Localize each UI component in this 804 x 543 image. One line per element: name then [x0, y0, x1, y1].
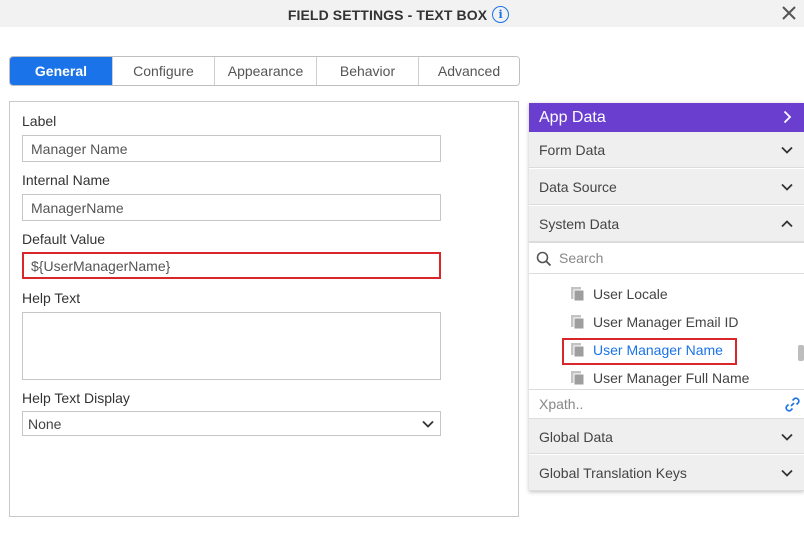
link-icon[interactable]	[784, 396, 801, 413]
help-text-textarea[interactable]	[22, 312, 441, 380]
tree-item-label: User Manager Email ID	[593, 314, 739, 330]
tab-advanced[interactable]: Advanced	[419, 57, 519, 85]
tree-item-label: User Locale	[593, 286, 668, 302]
chevron-down-icon	[422, 420, 434, 428]
section-global-translation-keys-label: Global Translation Keys	[539, 465, 687, 481]
internal-name-input[interactable]: ManagerName	[22, 194, 441, 221]
label-caption: Label	[22, 113, 57, 129]
section-system-data-label: System Data	[539, 216, 620, 232]
label-input[interactable]: Manager Name	[22, 135, 441, 162]
chevron-down-icon	[781, 469, 793, 477]
app-data-title: App Data	[539, 109, 606, 126]
field-icon	[571, 287, 585, 302]
tab-appearance[interactable]: Appearance	[215, 57, 317, 85]
tree-item-user-locale[interactable]: User Locale	[570, 286, 668, 302]
app-data-header[interactable]: App Data	[529, 103, 804, 132]
internal-name-caption: Internal Name	[22, 172, 110, 188]
tree-item-user-manager-full-name[interactable]: User Manager Full Name	[570, 370, 749, 386]
tab-configure[interactable]: Configure	[113, 57, 215, 85]
general-settings-panel: Label Manager Name Internal Name Manager…	[9, 101, 519, 517]
tab-general[interactable]: General	[10, 57, 113, 85]
default-value-input[interactable]: ${UserManagerName}	[22, 252, 441, 279]
chevron-up-icon	[781, 220, 793, 228]
app-data-panel: App Data Form Data Data Source System Da…	[529, 103, 804, 491]
section-global-data-label: Global Data	[539, 429, 613, 445]
chevron-down-icon	[781, 183, 793, 191]
tab-behavior[interactable]: Behavior	[317, 57, 419, 85]
close-icon[interactable]	[780, 4, 798, 22]
help-text-display-select[interactable]: None	[22, 411, 441, 436]
settings-tabs: General Configure Appearance Behavior Ad…	[9, 56, 520, 86]
search-icon	[536, 251, 552, 267]
section-data-source-label: Data Source	[539, 179, 617, 195]
chevron-right-icon[interactable]	[780, 110, 794, 124]
search-placeholder: Search	[559, 250, 604, 266]
tree-item-user-manager-email-id[interactable]: User Manager Email ID	[570, 314, 739, 330]
dialog-titlebar: FIELD SETTINGS - TEXT BOX i	[0, 0, 804, 27]
selected-item-highlight	[562, 338, 737, 365]
field-icon	[571, 371, 585, 386]
chevron-down-icon	[781, 146, 793, 154]
section-global-data[interactable]: Global Data	[529, 418, 804, 454]
info-icon[interactable]: i	[492, 6, 510, 23]
app-data-search[interactable]: Search	[529, 242, 804, 274]
chevron-down-icon	[781, 433, 793, 441]
tree-item-label: User Manager Full Name	[593, 370, 750, 386]
system-data-tree: User Locale User Manager Email ID User M…	[529, 274, 804, 389]
xpath-placeholder: Xpath..	[539, 396, 584, 412]
section-form-data[interactable]: Form Data	[529, 132, 804, 168]
section-form-data-label: Form Data	[539, 142, 606, 158]
help-text-caption: Help Text	[22, 290, 81, 306]
help-text-display-caption: Help Text Display	[22, 390, 130, 406]
tree-scrollbar[interactable]	[798, 345, 804, 361]
section-data-source[interactable]: Data Source	[529, 169, 804, 205]
dialog-title: FIELD SETTINGS - TEXT BOX	[287, 6, 488, 23]
partial-item-fragment	[589, 274, 669, 276]
section-system-data[interactable]: System Data	[529, 206, 804, 242]
section-global-translation-keys[interactable]: Global Translation Keys	[529, 455, 804, 491]
default-value-caption: Default Value	[22, 231, 106, 247]
dialog-title-wrap: FIELD SETTINGS - TEXT BOX i	[0, 6, 804, 23]
xpath-input[interactable]: Xpath..	[529, 389, 804, 418]
field-icon	[571, 315, 585, 330]
help-text-display-value: None	[28, 416, 62, 432]
